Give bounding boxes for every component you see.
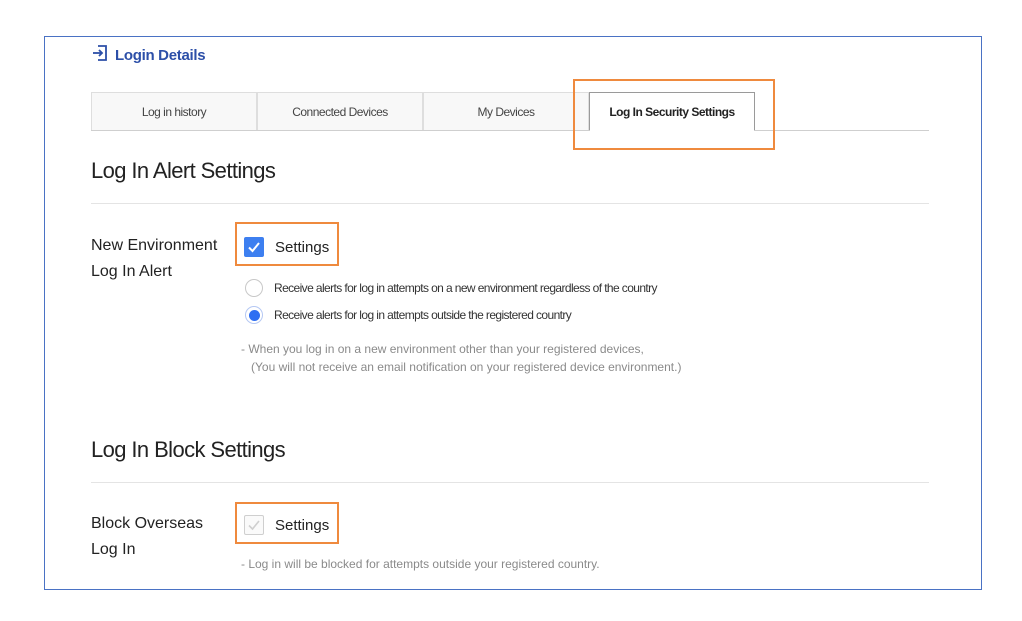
alert-settings-label: Settings bbox=[275, 239, 330, 256]
alert-note: - When you log in on a new environment o… bbox=[241, 340, 681, 376]
checkmark-icon bbox=[248, 242, 260, 253]
block-overseas-label: Block Overseas Log In bbox=[91, 511, 203, 563]
alert-note-line1: - When you log in on a new environment o… bbox=[241, 342, 644, 356]
radio-label-outside-country: Receive alerts for log in attempts outsi… bbox=[274, 308, 572, 322]
block-section-divider bbox=[91, 482, 929, 483]
new-environment-label: New Environment Log In Alert bbox=[91, 233, 217, 285]
page-title: Login Details bbox=[115, 47, 206, 64]
block-overseas-checkbox[interactable] bbox=[244, 515, 264, 535]
block-settings-label: Settings bbox=[275, 517, 330, 534]
radio-new-environment-any-country[interactable] bbox=[245, 279, 263, 297]
tab-connected-devices[interactable]: Connected Devices bbox=[257, 92, 423, 130]
new-environment-label-line1: New Environment bbox=[91, 237, 218, 254]
tab-login-history[interactable]: Log in history bbox=[91, 92, 257, 130]
checkmark-icon bbox=[248, 520, 260, 531]
alert-note-line2: (You will not receive an email notificat… bbox=[251, 360, 682, 374]
login-details-header: Login Details bbox=[91, 44, 206, 67]
block-section-title: Log In Block Settings bbox=[91, 437, 286, 462]
radio-outside-registered-country[interactable] bbox=[245, 306, 263, 324]
tab-bar: Log in history Connected Devices My Devi… bbox=[91, 92, 929, 131]
radio-selected-dot bbox=[248, 309, 260, 321]
new-environment-alert-checkbox[interactable] bbox=[244, 237, 264, 257]
radio-label-any-country: Receive alerts for log in attempts on a … bbox=[274, 281, 658, 295]
login-arrow-icon bbox=[91, 44, 109, 67]
alert-section-divider bbox=[91, 203, 929, 204]
tab-login-security-settings[interactable]: Log In Security Settings bbox=[589, 92, 755, 131]
alert-section-title: Log In Alert Settings bbox=[91, 158, 276, 183]
new-environment-label-line2: Log In Alert bbox=[91, 263, 172, 280]
block-overseas-label-line2: Log In bbox=[91, 541, 136, 558]
block-overseas-label-line1: Block Overseas bbox=[91, 515, 204, 532]
block-note: - Log in will be blocked for attempts ou… bbox=[241, 557, 600, 571]
tab-my-devices[interactable]: My Devices bbox=[423, 92, 589, 130]
